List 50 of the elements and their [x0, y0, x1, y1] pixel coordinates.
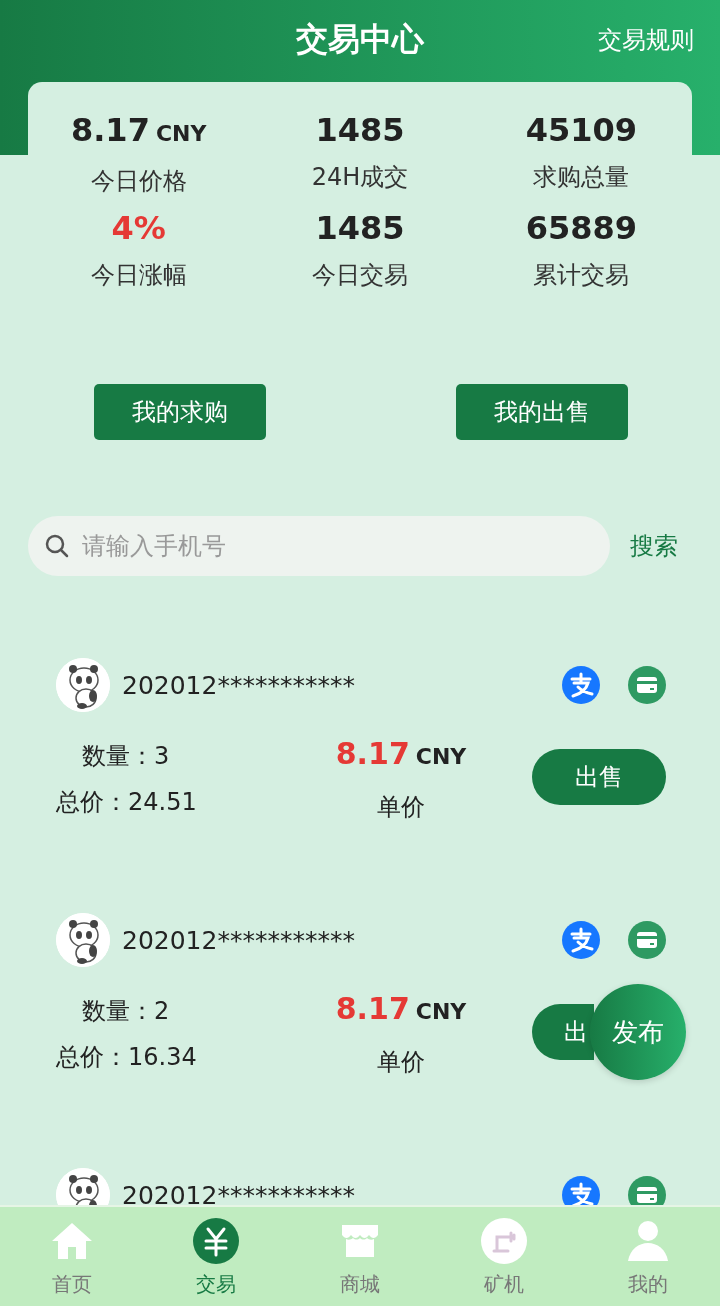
- user-phone: 202012***********: [122, 670, 356, 700]
- total-price-text: 总价：16.34: [56, 1041, 198, 1073]
- total-price-text: 总价：24.51: [56, 786, 198, 818]
- stat-label: 累计交易: [533, 260, 630, 291]
- unit-label: CNY: [415, 743, 467, 771]
- bank-card-icon: [628, 921, 666, 959]
- phone-input[interactable]: 请输入手机号: [80, 531, 594, 561]
- unit-label: CNY: [155, 120, 207, 148]
- unit-price-label: 单价: [377, 1047, 425, 1078]
- action-button[interactable]: 我的求购: [94, 384, 266, 440]
- search-icon: [44, 533, 70, 559]
- nav-tab[interactable]: 交易: [144, 1207, 288, 1306]
- bank-card-icon: [628, 666, 666, 704]
- stat-label: 求购总量: [533, 162, 630, 193]
- yen-icon: [192, 1217, 240, 1265]
- sell-button[interactable]: 出售: [532, 748, 666, 805]
- panda-avatar-icon: [56, 658, 110, 712]
- nav-tab[interactable]: 我的: [576, 1207, 720, 1306]
- stat-label: 今日交易: [312, 260, 408, 291]
- stat-value: 1485: [315, 208, 405, 248]
- search-button[interactable]: 搜索: [630, 530, 678, 562]
- publish-button[interactable]: 发布: [590, 984, 686, 1080]
- stat-value: 1485: [315, 110, 405, 150]
- price-value: 8.17: [335, 735, 410, 773]
- action-button[interactable]: 我的出售: [456, 384, 628, 440]
- stat-value: 4%: [111, 208, 166, 248]
- trade-rules-link[interactable]: 交易规则: [598, 24, 694, 56]
- unit-label: CNY: [415, 998, 467, 1026]
- unit-price-label: 单价: [377, 792, 425, 823]
- stat-value: 45109: [525, 110, 637, 150]
- nav-tab[interactable]: 首页: [0, 1207, 144, 1306]
- nav-tab[interactable]: 商城: [288, 1207, 432, 1306]
- stat-label: 24H成交: [311, 162, 409, 193]
- stat-label: 今日涨幅: [90, 260, 187, 291]
- user-phone: 202012***********: [122, 1180, 356, 1210]
- nav-tab[interactable]: 矿机: [432, 1207, 576, 1306]
- stat-value: 8.17: [70, 110, 150, 150]
- page-title: 交易中心: [296, 19, 424, 60]
- quantity-text: 数量：3: [82, 740, 171, 772]
- panda-avatar-icon: [56, 913, 110, 967]
- quantity-text: 数量：2: [82, 995, 171, 1027]
- user-phone: 202012***********: [122, 925, 356, 955]
- alipay-icon: [562, 666, 600, 704]
- alipay-icon: [562, 921, 600, 959]
- search-field[interactable]: 请输入手机号: [28, 516, 610, 576]
- price-value: 8.17: [335, 990, 410, 1028]
- stat-label: 今日价格: [90, 166, 187, 197]
- robot-arm-icon: [480, 1217, 528, 1265]
- sell-button[interactable]: 出: [532, 1003, 594, 1060]
- stat-value: 65889: [525, 208, 637, 248]
